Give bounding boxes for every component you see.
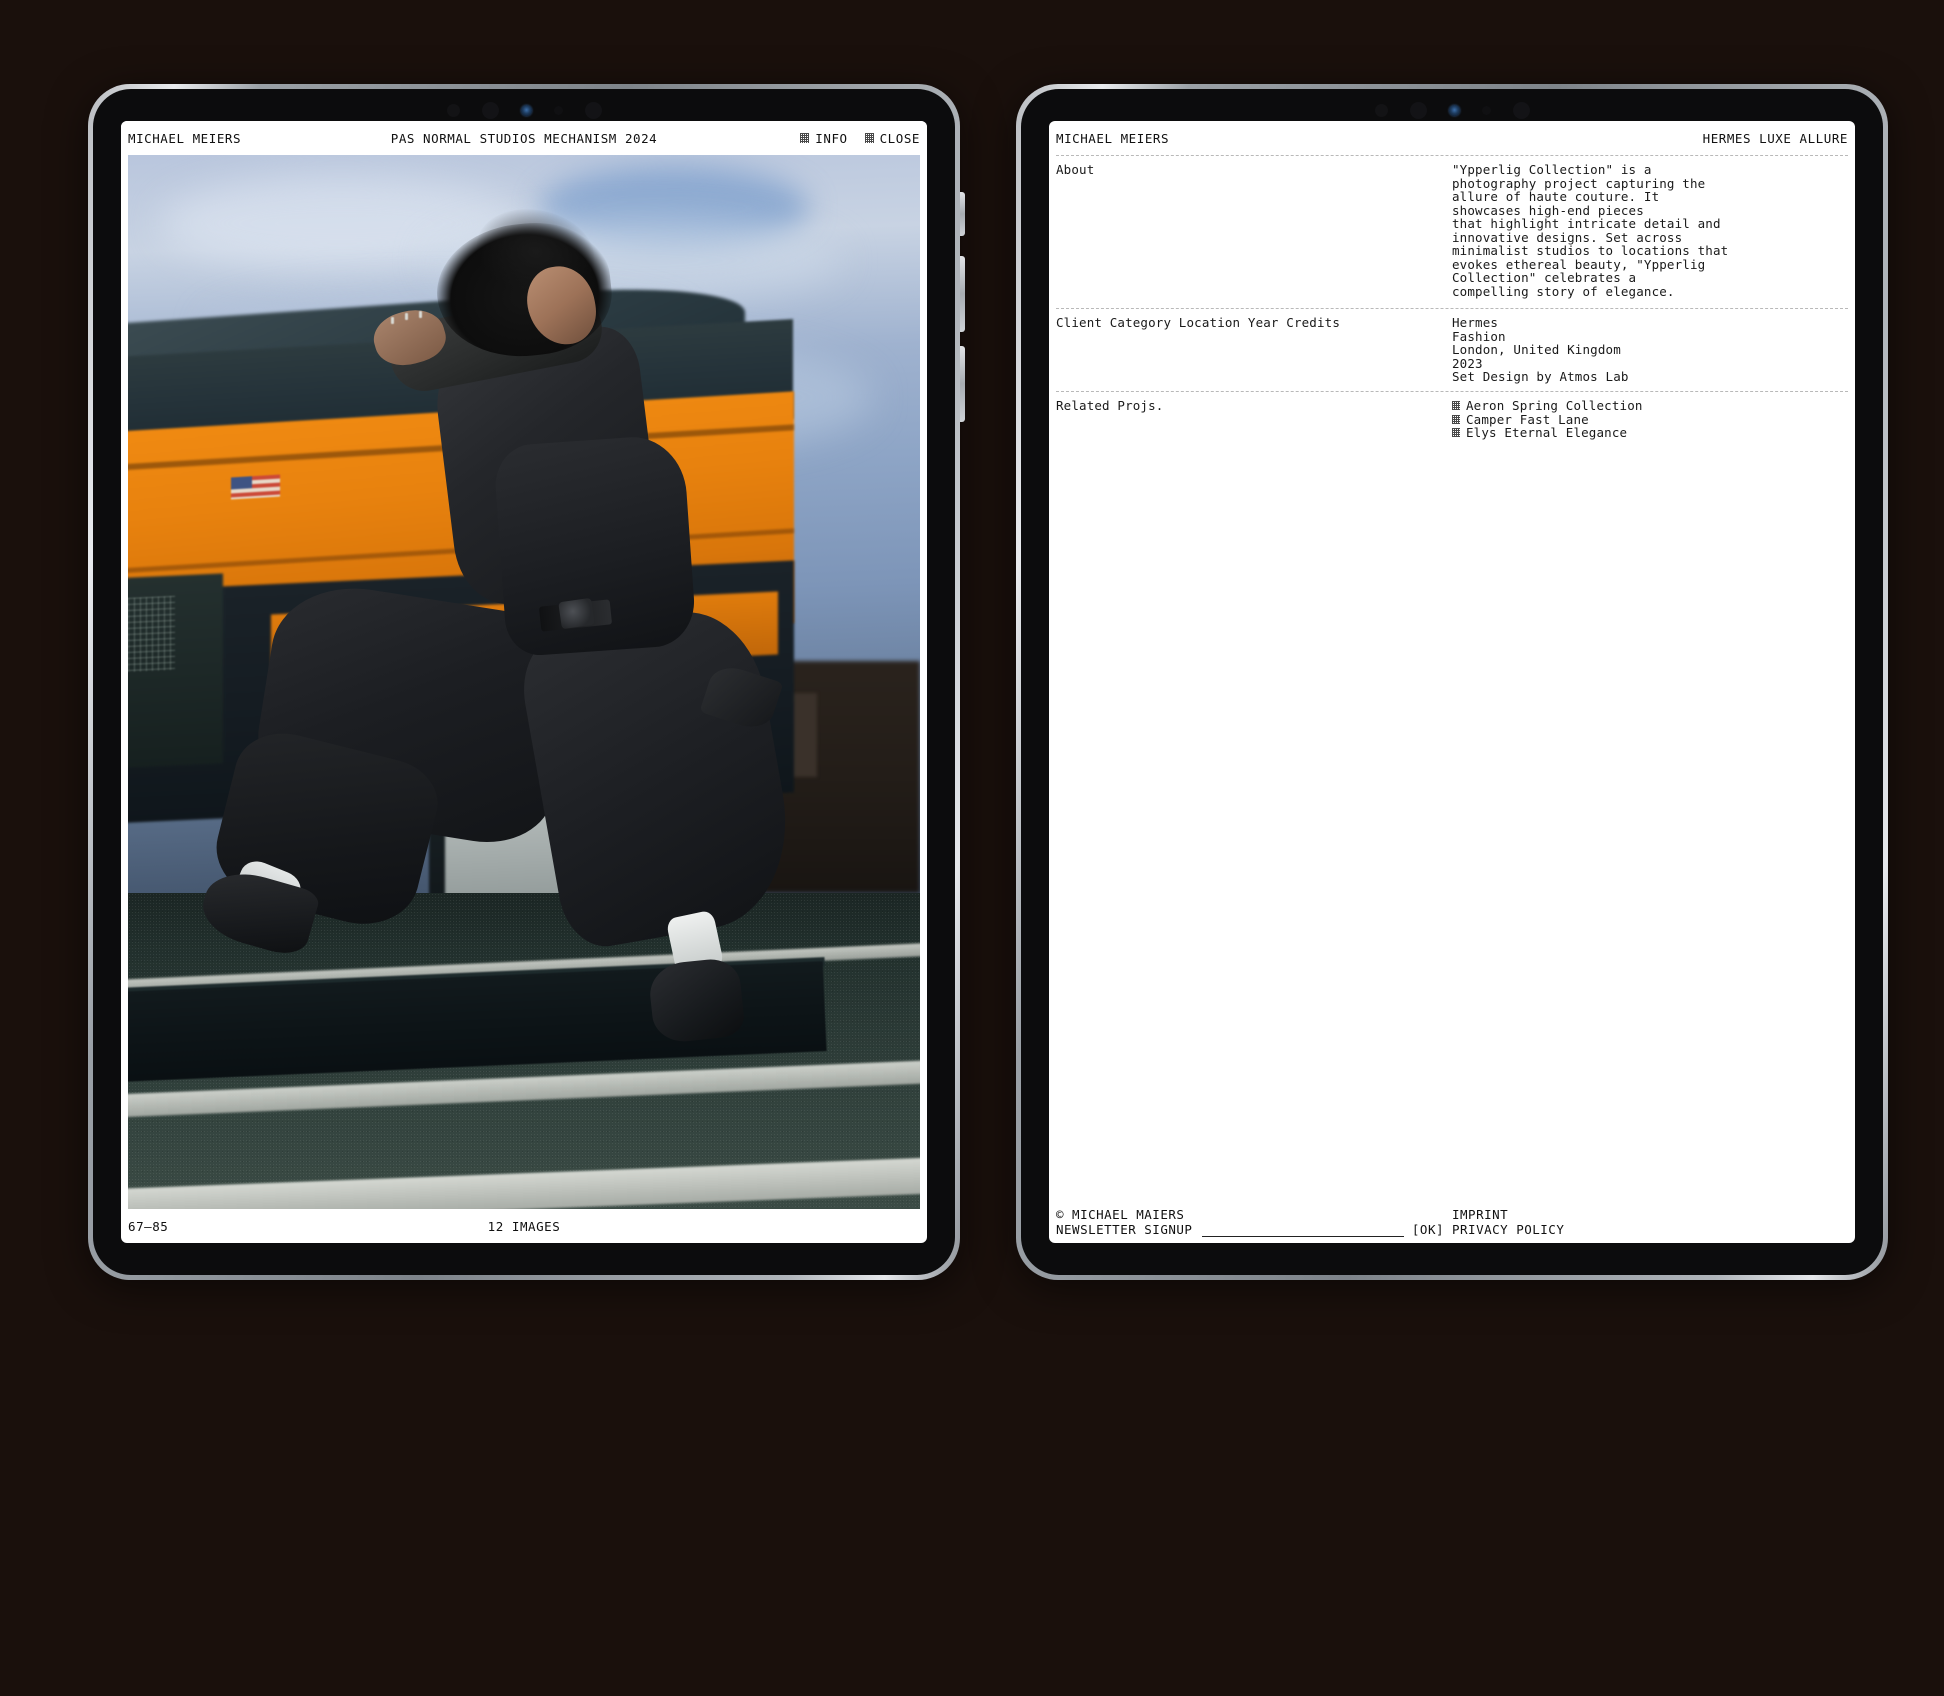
figure-watch bbox=[557, 597, 595, 630]
grid-dither-icon bbox=[864, 133, 874, 143]
sensor-dot-large-icon bbox=[1512, 101, 1530, 119]
metadata-labels: Client Category Location Year Credits bbox=[1056, 316, 1452, 383]
figure-ring bbox=[390, 317, 394, 325]
site-brand[interactable]: MICHAEL MEIERS bbox=[128, 131, 241, 146]
screenshot-stage: MICHAEL MEIERS PAS NORMAL STUDIOS MECHAN… bbox=[0, 0, 1944, 1696]
info-screen: MICHAEL MEIERS HERMES LUXE ALLURE About … bbox=[1049, 121, 1855, 1243]
image-counter: 67–85 bbox=[128, 1218, 169, 1234]
sensor-dot-faint-icon bbox=[553, 105, 563, 115]
about-text: "Ypperlig Collection" is a photography p… bbox=[1452, 162, 1729, 299]
grid-dither-icon bbox=[1452, 414, 1460, 424]
power-button[interactable] bbox=[960, 346, 965, 422]
gallery-photo[interactable] bbox=[128, 155, 920, 1209]
volume-down-button[interactable] bbox=[960, 256, 965, 332]
close-button-label: CLOSE bbox=[879, 130, 920, 146]
image-total-count: 12 IMAGES bbox=[487, 1218, 561, 1234]
metadata-value-list: Hermes Fashion London, United Kingdom 20… bbox=[1452, 315, 1629, 384]
related-project-title: Aeron Spring Collection bbox=[1466, 398, 1643, 413]
tablet-device-info: MICHAEL MEIERS HERMES LUXE ALLURE About … bbox=[1016, 84, 1888, 1280]
grid-dither-icon bbox=[1452, 428, 1460, 438]
info-button[interactable]: INFO bbox=[800, 131, 847, 146]
imprint-link[interactable]: IMPRINT bbox=[1452, 1207, 1848, 1222]
privacy-policy-link[interactable]: PRIVACY POLICY bbox=[1452, 1222, 1848, 1237]
sensor-dot-large-icon bbox=[1409, 101, 1427, 119]
about-label: About bbox=[1056, 162, 1095, 177]
tablet-bezel: MICHAEL MEIERS PAS NORMAL STUDIOS MECHAN… bbox=[93, 89, 955, 1275]
info-header: MICHAEL MEIERS HERMES LUXE ALLURE bbox=[1056, 121, 1848, 155]
sensor-dot-icon bbox=[446, 103, 460, 117]
sensor-dot-icon bbox=[1374, 103, 1388, 117]
about-section: About "Ypperlig Collection" is a photogr… bbox=[1056, 156, 1848, 308]
info-button-label: INFO bbox=[815, 130, 848, 146]
camera-lens-icon bbox=[520, 104, 532, 116]
bezel-sensor-cluster bbox=[1021, 101, 1883, 119]
footer-bottom-line: NEWSLETTER SIGNUP [OK] PRIVACY POLICY bbox=[1056, 1222, 1848, 1237]
metadata-values: Hermes Fashion London, United Kingdom 20… bbox=[1452, 316, 1848, 383]
sensor-dot-large-icon bbox=[584, 101, 602, 119]
related-projects-section: Related Projs. Aeron Spring Collection C… bbox=[1056, 392, 1848, 448]
related-project-item[interactable]: Camper Fast Lane bbox=[1452, 411, 1848, 427]
newsletter-email-input[interactable] bbox=[1202, 1222, 1404, 1237]
figure-front-shoe bbox=[646, 956, 746, 1045]
grid-dither-icon bbox=[1452, 401, 1460, 411]
info-footer: © MICHAEL MAIERS IMPRINT NEWSLETTER SIGN… bbox=[1056, 1207, 1848, 1243]
jumping-figure bbox=[128, 155, 920, 1209]
tablet-device-gallery: MICHAEL MEIERS PAS NORMAL STUDIOS MECHAN… bbox=[88, 84, 965, 1280]
related-project-item[interactable]: Aeron Spring Collection bbox=[1452, 399, 1848, 413]
photo-illustration bbox=[128, 155, 920, 1209]
tablet-bezel: MICHAEL MEIERS HERMES LUXE ALLURE About … bbox=[1021, 89, 1883, 1275]
gallery-footer: 67–85 12 IMAGES bbox=[121, 1209, 927, 1243]
copyright-notice: © MICHAEL MAIERS bbox=[1056, 1207, 1185, 1222]
gallery-screen: MICHAEL MEIERS PAS NORMAL STUDIOS MECHAN… bbox=[121, 121, 927, 1243]
bezel-sensor-cluster bbox=[93, 101, 955, 119]
figure-ring bbox=[419, 310, 423, 318]
metadata-section: Client Category Location Year Credits He… bbox=[1056, 309, 1848, 391]
metadata-label-list: Client Category Location Year Credits bbox=[1056, 315, 1340, 330]
footer-top-line: © MICHAEL MAIERS IMPRINT bbox=[1056, 1207, 1848, 1222]
sensor-dot-faint-icon bbox=[1481, 105, 1491, 115]
newsletter-submit-button[interactable]: [OK] bbox=[1412, 1222, 1444, 1237]
related-projects-label: Related Projs. bbox=[1056, 398, 1164, 413]
about-text-wrap: "Ypperlig Collection" is a photography p… bbox=[1452, 163, 1848, 300]
newsletter-signup: NEWSLETTER SIGNUP [OK] bbox=[1056, 1222, 1452, 1237]
newsletter-label: NEWSLETTER SIGNUP bbox=[1056, 1222, 1193, 1237]
related-project-item[interactable]: Elys Eternal Elegance bbox=[1452, 426, 1848, 440]
related-project-title: Camper Fast Lane bbox=[1466, 411, 1589, 427]
figure-ring bbox=[405, 313, 409, 321]
grid-dither-icon bbox=[800, 133, 810, 143]
info-body: About "Ypperlig Collection" is a photogr… bbox=[1056, 156, 1848, 1207]
related-project-title: Elys Eternal Elegance bbox=[1466, 425, 1628, 440]
related-projects-list: Aeron Spring Collection Camper Fast Lane… bbox=[1452, 399, 1848, 440]
project-title: HERMES LUXE ALLURE bbox=[1702, 130, 1848, 146]
site-brand[interactable]: MICHAEL MEIERS bbox=[1056, 131, 1169, 146]
camera-lens-icon bbox=[1448, 104, 1460, 116]
gallery-header: MICHAEL MEIERS PAS NORMAL STUDIOS MECHAN… bbox=[121, 121, 927, 155]
close-button[interactable]: CLOSE bbox=[864, 130, 920, 146]
gallery-header-actions: INFO CLOSE bbox=[800, 131, 920, 146]
sensor-dot-large-icon bbox=[481, 101, 499, 119]
volume-up-button[interactable] bbox=[960, 192, 965, 236]
